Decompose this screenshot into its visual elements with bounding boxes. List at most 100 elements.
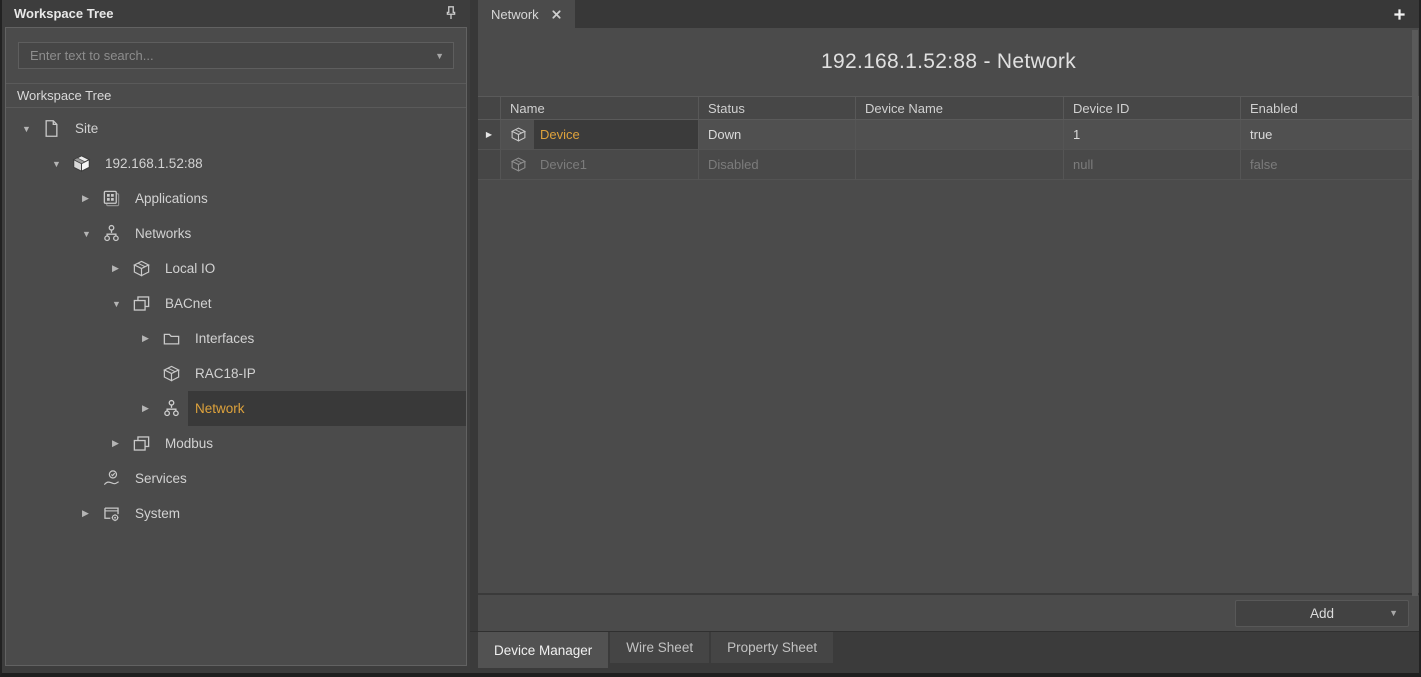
tree-item-system[interactable]: ▶ System bbox=[6, 496, 466, 531]
new-tab-icon[interactable] bbox=[1393, 8, 1406, 21]
tree-indent bbox=[6, 181, 82, 216]
tree-item-label: Services bbox=[128, 461, 466, 496]
expander-icon[interactable]: ▶ bbox=[82, 181, 102, 216]
tree-indent bbox=[6, 356, 142, 391]
stack-icon bbox=[132, 286, 158, 321]
table-row-device1[interactable]: Device1Disabled nullfalse bbox=[478, 150, 1419, 180]
tree-item-networks[interactable]: ▼ Networks bbox=[6, 216, 466, 251]
cell-device-name bbox=[856, 150, 1064, 180]
search-row: ▼ bbox=[6, 28, 466, 83]
grid-header-row: NameStatusDevice NameDevice IDEnabled bbox=[478, 96, 1419, 120]
add-dropdown-icon[interactable]: ▼ bbox=[1389, 608, 1398, 618]
tree-item-label: Local IO bbox=[158, 251, 466, 286]
cell-name: Device1 bbox=[501, 150, 699, 180]
cell-device-name bbox=[856, 120, 1064, 150]
close-icon[interactable] bbox=[551, 9, 562, 20]
column-header-status[interactable]: Status bbox=[699, 97, 856, 119]
tree-item-label: Site bbox=[68, 111, 466, 146]
expander-icon[interactable]: ▶ bbox=[112, 251, 132, 286]
view-title-area: 192.168.1.52:88 - Network bbox=[478, 28, 1419, 96]
tree-item-applications[interactable]: ▶Applications bbox=[6, 181, 466, 216]
cell-name: Device bbox=[501, 120, 699, 150]
document-tabstrip: Network bbox=[470, 0, 1419, 28]
expander-icon[interactable]: ▶ bbox=[142, 391, 162, 426]
column-header-name[interactable]: Name bbox=[501, 97, 699, 119]
tree-indent bbox=[6, 111, 22, 146]
view-tab-wire-sheet[interactable]: Wire Sheet bbox=[610, 632, 709, 663]
expander-icon[interactable]: ▶ bbox=[142, 321, 162, 356]
pin-icon[interactable] bbox=[442, 4, 460, 22]
grid-rows: ▶DeviceDown1trueDevice1Disablednullfalse bbox=[478, 120, 1419, 180]
tree-item-site[interactable]: ▼ Site bbox=[6, 111, 466, 146]
tree-item-services[interactable]: Services bbox=[6, 461, 466, 496]
folder-icon bbox=[162, 321, 188, 356]
table-row-device[interactable]: ▶DeviceDown1true bbox=[478, 120, 1419, 150]
tree-item-local-io[interactable]: ▶ Local IO bbox=[6, 251, 466, 286]
tab-network[interactable]: Network bbox=[478, 0, 575, 28]
column-header-enabled[interactable]: Enabled bbox=[1241, 97, 1419, 119]
search-box[interactable]: ▼ bbox=[18, 42, 454, 69]
cell-status: Disabled bbox=[699, 150, 856, 180]
tree-indent bbox=[6, 496, 82, 531]
tree-item-rac18-ip[interactable]: RAC18-IP bbox=[6, 356, 466, 391]
tree-indent bbox=[6, 286, 112, 321]
tree-item-label: Network bbox=[188, 391, 466, 426]
row-indicator bbox=[478, 150, 501, 180]
workspace-tree-body: ▼ Workspace Tree ▼Site▼192.168.1.52:88▶A… bbox=[5, 27, 467, 666]
expander-icon[interactable]: ▼ bbox=[22, 111, 42, 146]
document-icon bbox=[42, 111, 68, 146]
expander-icon[interactable]: ▶ bbox=[112, 426, 132, 461]
tree-indent bbox=[6, 426, 112, 461]
cell-status: Down bbox=[699, 120, 856, 150]
application-window: Workspace Tree ▼ Workspace Tree ▼Site▼19… bbox=[0, 0, 1421, 677]
device-grid: NameStatusDevice NameDevice IDEnabled ▶D… bbox=[478, 96, 1419, 593]
search-input[interactable] bbox=[28, 47, 429, 64]
tree-item-label: System bbox=[128, 496, 466, 531]
tree-item-interfaces[interactable]: ▶ Interfaces bbox=[6, 321, 466, 356]
tree-indent bbox=[6, 321, 142, 356]
controller-icon bbox=[72, 146, 98, 181]
device-box-icon bbox=[510, 126, 527, 143]
cell-enabled: false bbox=[1241, 150, 1419, 180]
tree-item-bacnet[interactable]: ▼ BACnet bbox=[6, 286, 466, 321]
device-box-icon bbox=[510, 156, 527, 173]
tree-indent bbox=[6, 251, 112, 286]
tree-indent bbox=[6, 461, 82, 496]
view-title: 192.168.1.52:88 - Network bbox=[821, 50, 1076, 74]
row-indicator-header bbox=[478, 97, 501, 119]
view-tab-property-sheet[interactable]: Property Sheet bbox=[711, 632, 833, 663]
tree-item-network[interactable]: ▶ Network bbox=[6, 391, 466, 426]
tree-item-label: BACnet bbox=[158, 286, 466, 321]
add-button[interactable]: Add ▼ bbox=[1235, 600, 1409, 627]
expander-icon[interactable]: ▼ bbox=[112, 286, 132, 321]
column-header-device-name[interactable]: Device Name bbox=[856, 97, 1064, 119]
expander-placeholder bbox=[82, 461, 102, 496]
network-icon bbox=[102, 216, 128, 251]
expander-icon[interactable]: ▼ bbox=[82, 216, 102, 251]
workspace-tree: ▼Site▼192.168.1.52:88▶Applications▼Netwo… bbox=[6, 108, 466, 665]
tree-section-label: Workspace Tree bbox=[6, 83, 466, 108]
device-manager-view: 192.168.1.52:88 - Network NameStatusDevi… bbox=[478, 28, 1419, 631]
device-name-text: Device bbox=[534, 120, 698, 149]
main-panel: Network 192.168.1.52:88 - Network NameSt… bbox=[470, 0, 1419, 673]
expander-icon[interactable]: ▶ bbox=[82, 496, 102, 531]
tree-item-modbus[interactable]: ▶ Modbus bbox=[6, 426, 466, 461]
device-box-icon bbox=[132, 251, 158, 286]
vertical-scrollbar[interactable] bbox=[1412, 30, 1418, 596]
tree-item-label: Modbus bbox=[158, 426, 466, 461]
column-header-device-id[interactable]: Device ID bbox=[1064, 97, 1241, 119]
tree-item-192-168-1-52-88[interactable]: ▼ 192.168.1.52:88 bbox=[6, 146, 466, 181]
current-row-indicator: ▶ bbox=[478, 120, 501, 150]
expander-icon[interactable]: ▼ bbox=[52, 146, 72, 181]
cell-device-id: null bbox=[1064, 150, 1241, 180]
view-tab-device-manager[interactable]: Device Manager bbox=[478, 632, 608, 668]
tree-item-label: Networks bbox=[128, 216, 466, 251]
search-dropdown-icon[interactable]: ▼ bbox=[435, 51, 444, 61]
tree-item-label: 192.168.1.52:88 bbox=[98, 146, 466, 181]
expander-placeholder bbox=[142, 356, 162, 391]
applications-icon bbox=[102, 181, 128, 216]
view-tabstrip: Device ManagerWire SheetProperty Sheet bbox=[470, 631, 1419, 673]
device-box-icon bbox=[162, 356, 188, 391]
workspace-tree-panel: Workspace Tree ▼ Workspace Tree ▼Site▼19… bbox=[2, 0, 470, 673]
tree-item-label: Interfaces bbox=[188, 321, 466, 356]
